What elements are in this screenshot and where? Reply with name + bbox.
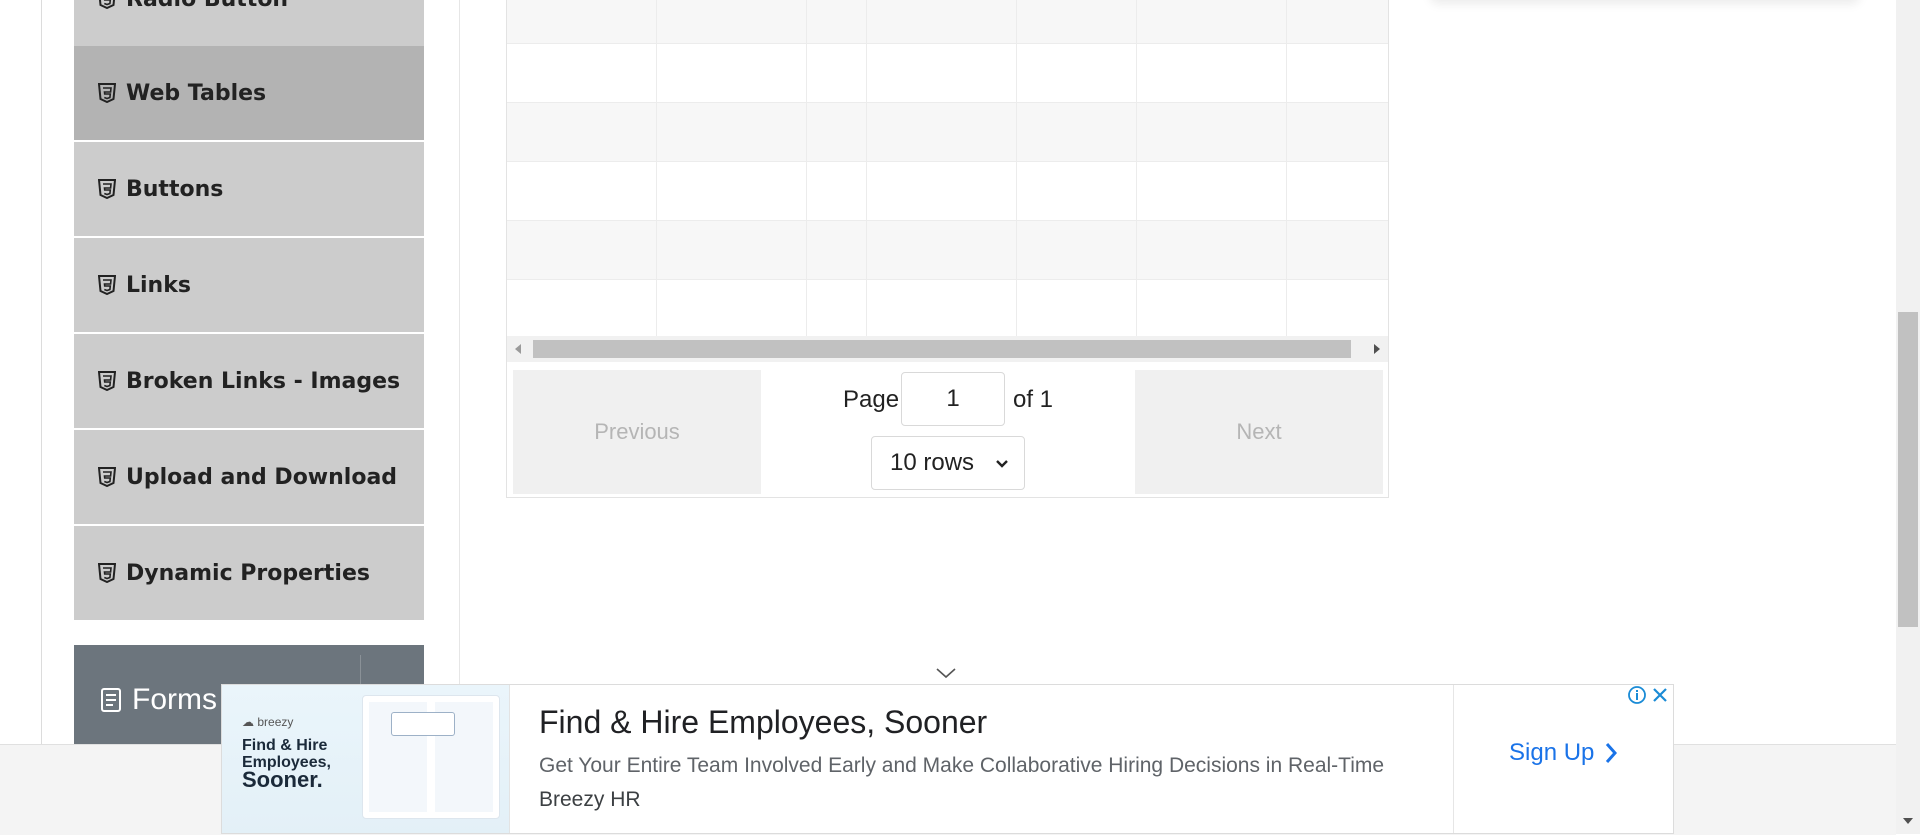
table-column-divider xyxy=(1286,0,1287,336)
previous-button[interactable]: Previous xyxy=(513,370,761,494)
document-icon xyxy=(100,688,122,712)
ad-title[interactable]: Find & Hire Employees, Sooner xyxy=(539,704,987,741)
table-row xyxy=(507,0,1388,44)
html5-icon xyxy=(98,371,116,391)
rows-per-page-value: 10 rows xyxy=(890,449,975,476)
html5-icon xyxy=(98,275,116,295)
sidebar-item-label: Web Tables xyxy=(126,80,267,106)
sidebar-divider xyxy=(459,0,460,744)
ad-description: Get Your Entire Team Involved Early and … xyxy=(539,754,1385,777)
table-row xyxy=(507,44,1388,103)
scrollbar-thumb[interactable] xyxy=(1898,312,1918,627)
ad-brand-logo: ☁ breezy xyxy=(242,715,294,729)
ad-image-tagline: Find & Hire Employees, Sooner. xyxy=(242,737,331,792)
table-column-divider xyxy=(1016,0,1017,336)
ad-sign-up-link[interactable]: Sign Up xyxy=(1509,739,1618,767)
sidebar-item-broken-links[interactable]: Broken Links - Images xyxy=(74,334,424,428)
table-column-divider xyxy=(866,0,867,336)
sidebar-item-label: Upload and Download xyxy=(126,464,398,490)
ad-image[interactable]: ☁ breezy Find & Hire Employees, Sooner. xyxy=(222,685,510,833)
sidebar-item-label: Radio Button xyxy=(126,0,288,12)
sidebar-item-buttons[interactable]: Buttons xyxy=(74,142,424,236)
chevron-right-icon xyxy=(1604,741,1618,765)
ad-collapse-chevron-icon[interactable] xyxy=(935,665,957,684)
ad-banner[interactable]: ☁ breezy Find & Hire Employees, Sooner. … xyxy=(221,684,1674,834)
sidebar-item-dynamic-properties[interactable]: Dynamic Properties xyxy=(74,526,424,620)
scroll-left-icon[interactable] xyxy=(515,344,521,354)
sidebar-item-label: Broken Links - Images xyxy=(126,368,401,394)
scrollbar-thumb[interactable] xyxy=(533,340,1351,358)
chevron-down-icon xyxy=(994,453,1010,481)
scroll-down-icon[interactable] xyxy=(1903,818,1913,824)
html5-icon xyxy=(98,467,116,487)
sidebar-item-label: Links xyxy=(126,272,191,298)
page-total-label: of 1 xyxy=(1013,386,1054,413)
next-button[interactable]: Next xyxy=(1135,370,1383,494)
table-row xyxy=(507,162,1388,221)
html5-icon xyxy=(98,179,116,199)
sidebar-item-links[interactable]: Links xyxy=(74,238,424,332)
ad-divider xyxy=(1453,685,1454,833)
sidebar-item-web-tables[interactable]: Web Tables xyxy=(74,46,424,140)
html5-icon xyxy=(98,563,116,583)
table-column-divider xyxy=(806,0,807,336)
ad-advertiser: Breezy HR xyxy=(539,788,641,811)
page-label: Page xyxy=(843,386,900,413)
ad-app-mockup xyxy=(362,695,500,819)
rows-per-page-select[interactable]: 10 rows xyxy=(871,436,1025,490)
sidebar-group-label: Forms xyxy=(132,683,217,716)
html5-icon xyxy=(98,0,116,9)
table-column-divider xyxy=(656,0,657,336)
page-vertical-scrollbar[interactable] xyxy=(1896,0,1920,834)
sidebar-item-label: Buttons xyxy=(126,176,224,202)
ad-cta-label: Sign Up xyxy=(1509,739,1595,766)
ad-info-icon[interactable] xyxy=(1627,685,1647,705)
sidebar-item-radio-button[interactable]: Radio Button xyxy=(74,0,424,46)
html5-icon xyxy=(98,83,116,103)
table-row xyxy=(507,103,1388,162)
scroll-right-icon[interactable] xyxy=(1374,344,1380,354)
table-row xyxy=(507,280,1388,339)
table-row xyxy=(507,221,1388,280)
sidebar-item-label: Dynamic Properties xyxy=(126,560,370,586)
content-left-border xyxy=(41,0,42,744)
table-pagination: Previous Page of 1 10 rows Next xyxy=(506,362,1389,498)
page-number-input[interactable] xyxy=(901,372,1005,426)
sidebar-item-upload-download[interactable]: Upload and Download xyxy=(74,430,424,524)
ad-mockup-card xyxy=(391,712,455,736)
ad-close-icon[interactable] xyxy=(1649,685,1671,705)
table-horizontal-scrollbar[interactable] xyxy=(506,336,1389,362)
table-column-divider xyxy=(1136,0,1137,336)
